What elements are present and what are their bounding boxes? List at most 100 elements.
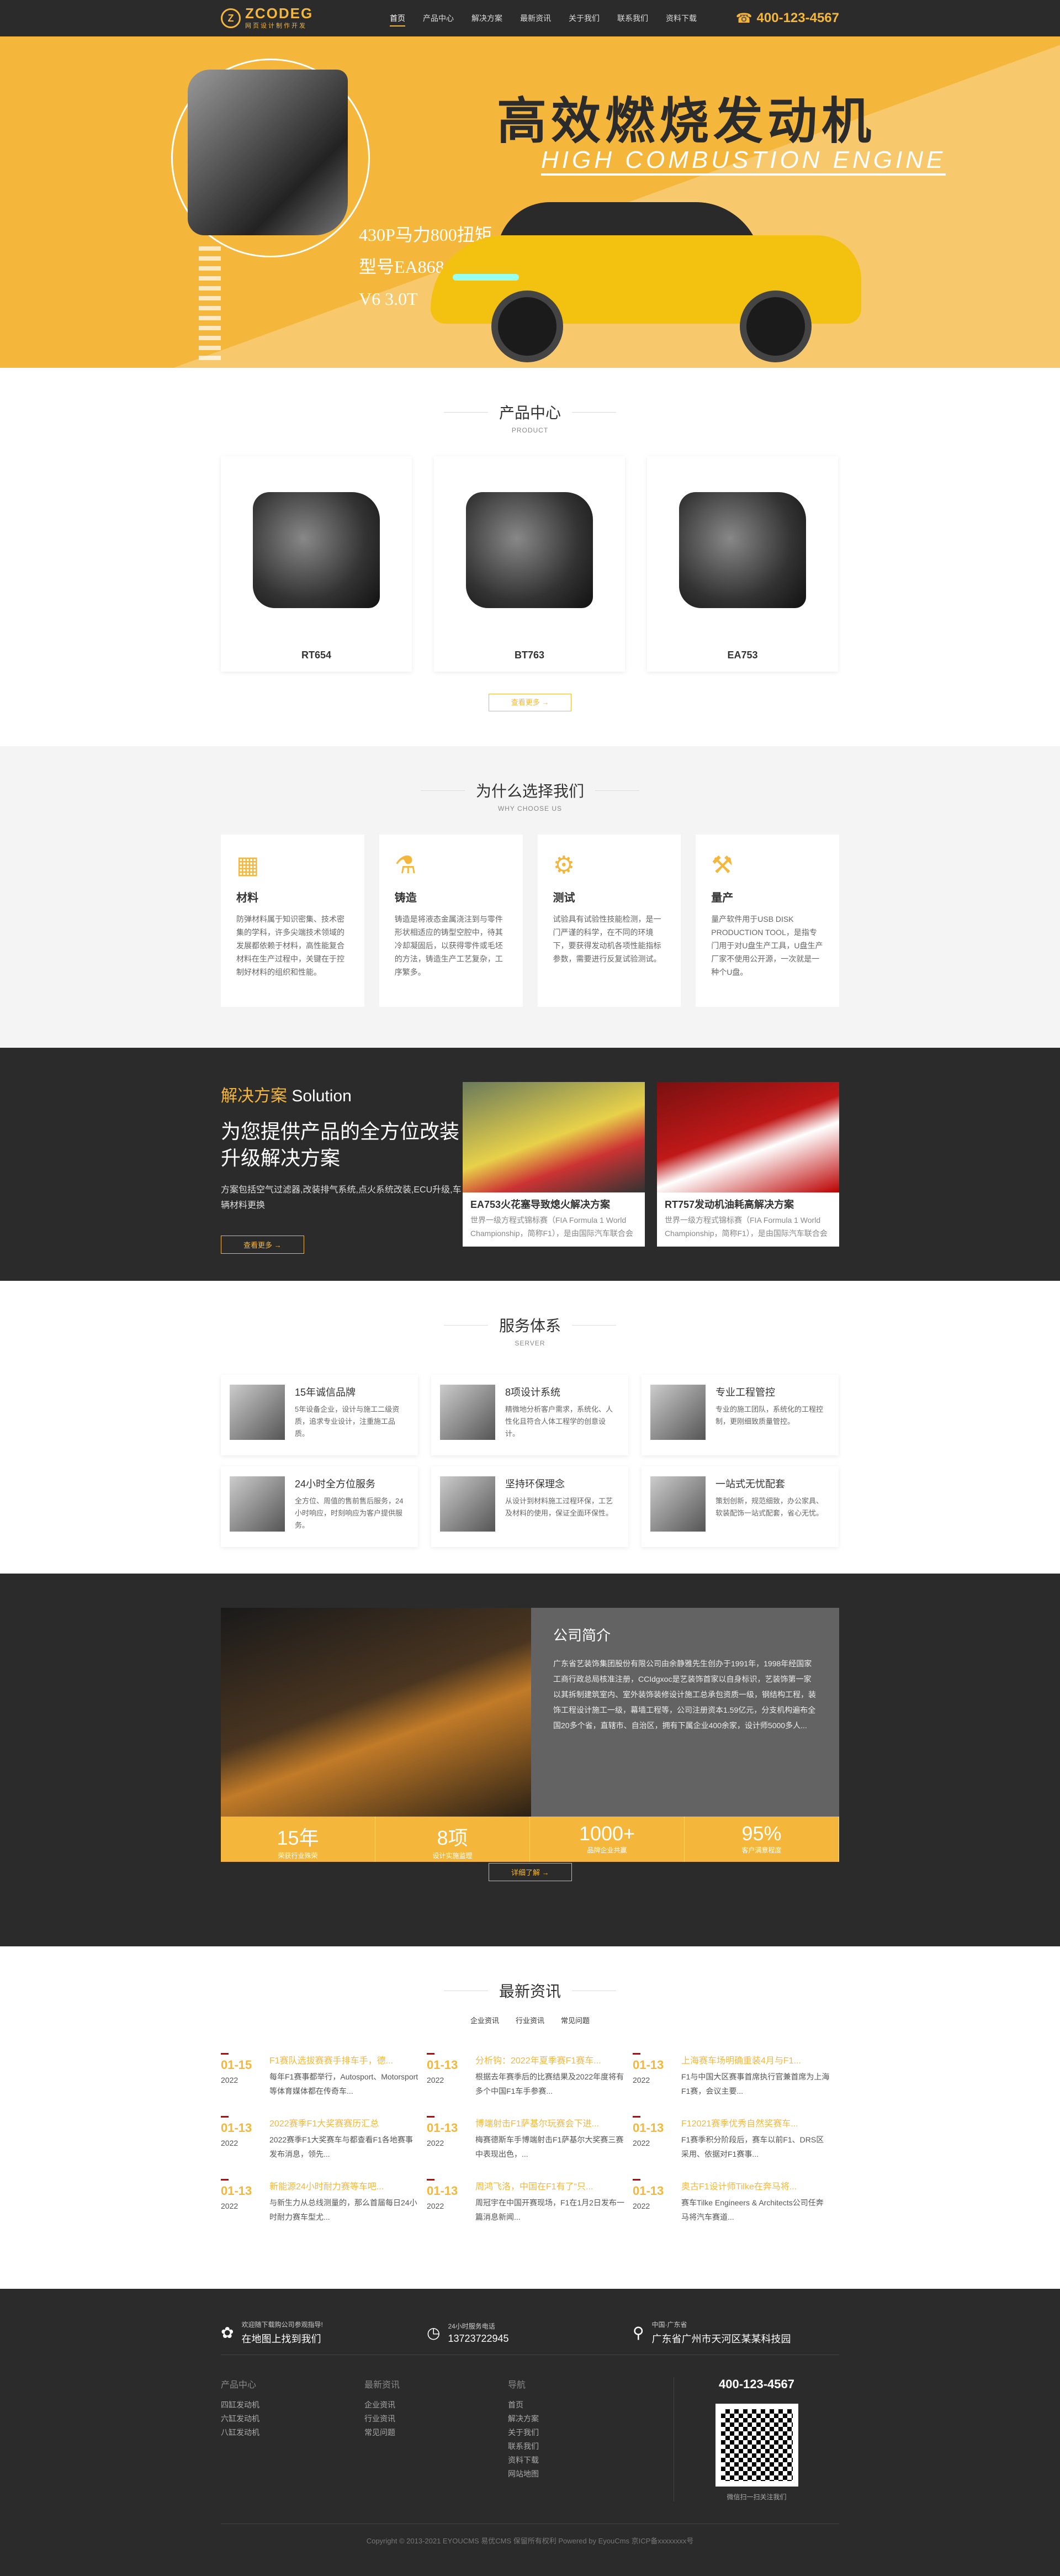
nav-products[interactable]: 产品中心	[414, 0, 463, 36]
nav-solutions[interactable]: 解决方案	[463, 0, 511, 36]
footer-link[interactable]: 联系我们	[508, 2440, 651, 2453]
logo[interactable]: Z ZCODEG 网页设计制作开发	[221, 5, 381, 30]
footer-link[interactable]: 六缸发动机	[221, 2412, 364, 2426]
footer-link[interactable]: 常见问题	[364, 2426, 508, 2440]
news-title[interactable]: 2022赛季F1大奖赛赛历汇总	[269, 2116, 418, 2129]
news-item[interactable]: 01-13 2022 上海赛车场明确重装4月与F1... F1与中国大区赛事首席执行官…	[633, 2053, 839, 2098]
server-section: 服务体系 SERVER 15年诚信品牌 5年设备企业，设计与施工二级资质，追求专业…	[0, 1281, 1060, 1574]
site-header: Z ZCODEG 网页设计制作开发 首页 产品中心 解决方案 最新资讯 关于我们…	[0, 0, 1060, 36]
product-card[interactable]: BT763	[434, 456, 625, 672]
nav-home[interactable]: 首页	[381, 0, 414, 36]
news-item[interactable]: 01-13 2022 博端射击F1萨基尔玩赛会下进... 梅赛德斯车手博端射击F1萨基…	[427, 2116, 633, 2161]
stat-item: 15年 荣获行业殊荣	[221, 1817, 375, 1862]
section-subtitle: PRODUCT	[511, 426, 549, 434]
news-text: 根据去年赛季后的比赛结果及2022年度将有多个中国F1车手参赛...	[475, 2072, 624, 2095]
news-day: 01-13	[427, 2058, 458, 2072]
news-title[interactable]: F1赛队选拔赛赛手排车手，德...	[269, 2053, 418, 2066]
products-more-button[interactable]: 查看更多 →	[489, 694, 571, 711]
logo-text: ZCODEG	[245, 5, 314, 22]
qr-code	[715, 2404, 798, 2487]
footer-phone-big: 13723722945	[448, 2332, 509, 2344]
footer-link[interactable]: 八缸发动机	[221, 2426, 364, 2440]
nav-news[interactable]: 最新资讯	[511, 0, 560, 36]
nav-downloads[interactable]: 资料下载	[657, 0, 706, 36]
news-title[interactable]: 上海赛车场明确重装4月与F1...	[681, 2053, 830, 2066]
footer-col-title: 最新资讯	[364, 2380, 400, 2390]
tab-company-news[interactable]: 企业资讯	[470, 2015, 499, 2025]
footer-link[interactable]: 解决方案	[508, 2412, 651, 2426]
news-title[interactable]: 新能源24小时耐力赛等车吧...	[269, 2179, 418, 2192]
news-title[interactable]: 周鸿飞洛，中国在F1有了“只...	[475, 2179, 624, 2192]
news-item[interactable]: 01-15 2022 F1赛队选拔赛赛手排车手，德... 每年F1赛事都举行，Auto…	[221, 2053, 427, 2098]
solution-more-button[interactable]: 查看更多 →	[221, 1236, 304, 1254]
news-day: 01-13	[633, 2121, 664, 2135]
why-card-text: 量产软件用于USB DISK PRODUCTION TOOL，是指专门用于对U盘…	[711, 915, 823, 976]
solution-label-en: Solution	[292, 1087, 352, 1105]
news-text: 梅赛德斯车手博端射击F1萨基尔大奖赛三赛中表现出色，...	[475, 2135, 624, 2158]
product-name: EA753	[727, 650, 758, 661]
service-title: 8项设计系统	[505, 1387, 561, 1398]
news-item[interactable]: 01-13 2022 奥古F1设计师Tilke在奔马将... 赛车Tilke Engi…	[633, 2179, 839, 2224]
service-text: 精微地分析客户需求，系统化、人性化且符合人体工程学的创意设计。	[505, 1405, 613, 1438]
product-name: BT763	[514, 650, 545, 661]
news-item[interactable]: 01-13 2022 2022赛季F1大奖赛赛历汇总 2022赛季F1大奖赛车与都查看…	[221, 2116, 427, 2161]
section-subtitle: SERVER	[515, 1339, 545, 1347]
about-more-button[interactable]: 详细了解 →	[489, 1863, 572, 1881]
footer-link[interactable]: 关于我们	[508, 2426, 651, 2440]
footer-link[interactable]: 首页	[508, 2398, 651, 2412]
service-text: 全方位、周值的售前售后服务，24小时响应，时刻响应为客户提供服务。	[295, 1497, 404, 1529]
service-item: 24小时全方位服务 全方位、周值的售前售后服务，24小时响应，时刻响应为客户提供服…	[221, 1466, 418, 1547]
tab-faq[interactable]: 常见问题	[561, 2015, 590, 2025]
news-title[interactable]: 博端射击F1萨基尔玩赛会下进...	[475, 2116, 624, 2129]
products-heading: 产品中心 PRODUCT	[221, 368, 839, 434]
nav-contact[interactable]: 联系我们	[608, 0, 657, 36]
nav-about[interactable]: 关于我们	[560, 0, 608, 36]
news-year: 2022	[427, 2076, 444, 2084]
robot-arm-icon: ⚒	[711, 852, 733, 879]
news-item[interactable]: 01-13 2022 F12021赛季优秀自然奖赛车... F1赛季积分阶段后，赛车以…	[633, 2116, 839, 2161]
why-section: 为什么选择我们 WHY CHOOSE US ▦ 材料 防弹材料属于知识密集、技术…	[0, 746, 1060, 1048]
service-image	[440, 1476, 495, 1532]
footer-contact: 400-123-4567 微信扫一扫关注我们	[674, 2377, 817, 2501]
why-card-text: 防弹材料属于知识密集、技术密集的学科，许多尖端技术领域的发展都依赖于材料，高性能…	[236, 915, 344, 976]
footer-link[interactable]: 行业资讯	[364, 2412, 508, 2426]
service-item: 8项设计系统精微地分析客户需求，系统化、人性化且符合人体工程学的创意设计。	[431, 1375, 628, 1455]
news-item[interactable]: 01-13 2022 分析钩：2022年夏季赛F1赛车... 根据去年赛季后的比赛结果…	[427, 2053, 633, 2098]
product-card[interactable]: RT654	[221, 456, 412, 672]
news-title[interactable]: 奥古F1设计师Tilke在奔马将...	[681, 2179, 830, 2192]
service-text: 策划创新，规范细致，办公家具、软装配饰一站式配套，省心无忧。	[716, 1497, 824, 1517]
news-title[interactable]: F12021赛季优秀自然奖赛车...	[681, 2116, 830, 2129]
news-day: 01-13	[221, 2121, 252, 2135]
products-section: 产品中心 PRODUCT RT654 BT763 EA753 查看更多 →	[0, 368, 1060, 746]
solution-card-image	[463, 1082, 645, 1192]
footer-link[interactable]: 四缸发动机	[221, 2398, 364, 2412]
footer-link[interactable]: 网站地图	[508, 2467, 651, 2481]
service-text: 专业的施工团队，系统化的工程控制，更刚细致质量管控。	[716, 1405, 824, 1426]
server-heading: 服务体系 SERVER	[221, 1281, 839, 1347]
footer-map-small: 欢迎随下载购公司参观指导!	[241, 2321, 323, 2329]
news-text: 每年F1赛事都举行，Autosport、Motorsport等体育媒体都在传奇车…	[269, 2072, 418, 2095]
casting-icon: ⚗	[394, 852, 417, 879]
solution-card[interactable]: RT757发动机油耗高解决方案 世界一级方程式锦标赛（FIA Formula 1…	[657, 1082, 839, 1247]
tab-industry-news[interactable]: 行业资讯	[516, 2015, 544, 2025]
stat-number: 95%	[741, 1822, 782, 1845]
solution-heading: 为您提供产品的全方位改装升级解决方案	[221, 1120, 460, 1169]
solution-card-text: 世界一级方程式锦标赛（FIA Formula 1 World Champions…	[470, 1216, 633, 1238]
product-card[interactable]: EA753	[647, 456, 838, 672]
why-card-title: 铸造	[394, 892, 417, 904]
news-day: 01-13	[633, 2184, 664, 2198]
footer-link[interactable]: 企业资讯	[364, 2398, 508, 2412]
news-year: 2022	[221, 2202, 239, 2210]
news-item[interactable]: 01-13 2022 周鸿飞洛，中国在F1有了“只... 周冠宇在中国开赛现场，F1在…	[427, 2179, 633, 2224]
footer-link[interactable]: 资料下载	[508, 2453, 651, 2467]
news-title[interactable]: 分析钩：2022年夏季赛F1赛车...	[475, 2053, 624, 2066]
about-section: 公司简介 广东省艺装饰集团股份有限公司由余静雅先生创办于1991年，1998年经…	[0, 1574, 1060, 1946]
news-item[interactable]: 01-13 2022 新能源24小时耐力赛等车吧... 与新生力从总线测量的，那么首届…	[221, 2179, 427, 2224]
product-image	[253, 492, 380, 608]
solution-label-cn: 解决方案	[221, 1087, 287, 1105]
footer-map[interactable]: ✿ 欢迎随下载购公司参观指导! 在地图上找到我们	[221, 2311, 427, 2355]
solution-card[interactable]: EA753火花塞导致熄火解决方案 世界一级方程式锦标赛（FIA Formula …	[463, 1082, 645, 1247]
footer-address: ⚲ 中国·广东省 广东省广州市天河区某某科技园	[633, 2311, 839, 2355]
footer-phone-small: 24小时服务电话	[448, 2322, 495, 2330]
location-pin-icon: ⚲	[633, 2324, 644, 2341]
